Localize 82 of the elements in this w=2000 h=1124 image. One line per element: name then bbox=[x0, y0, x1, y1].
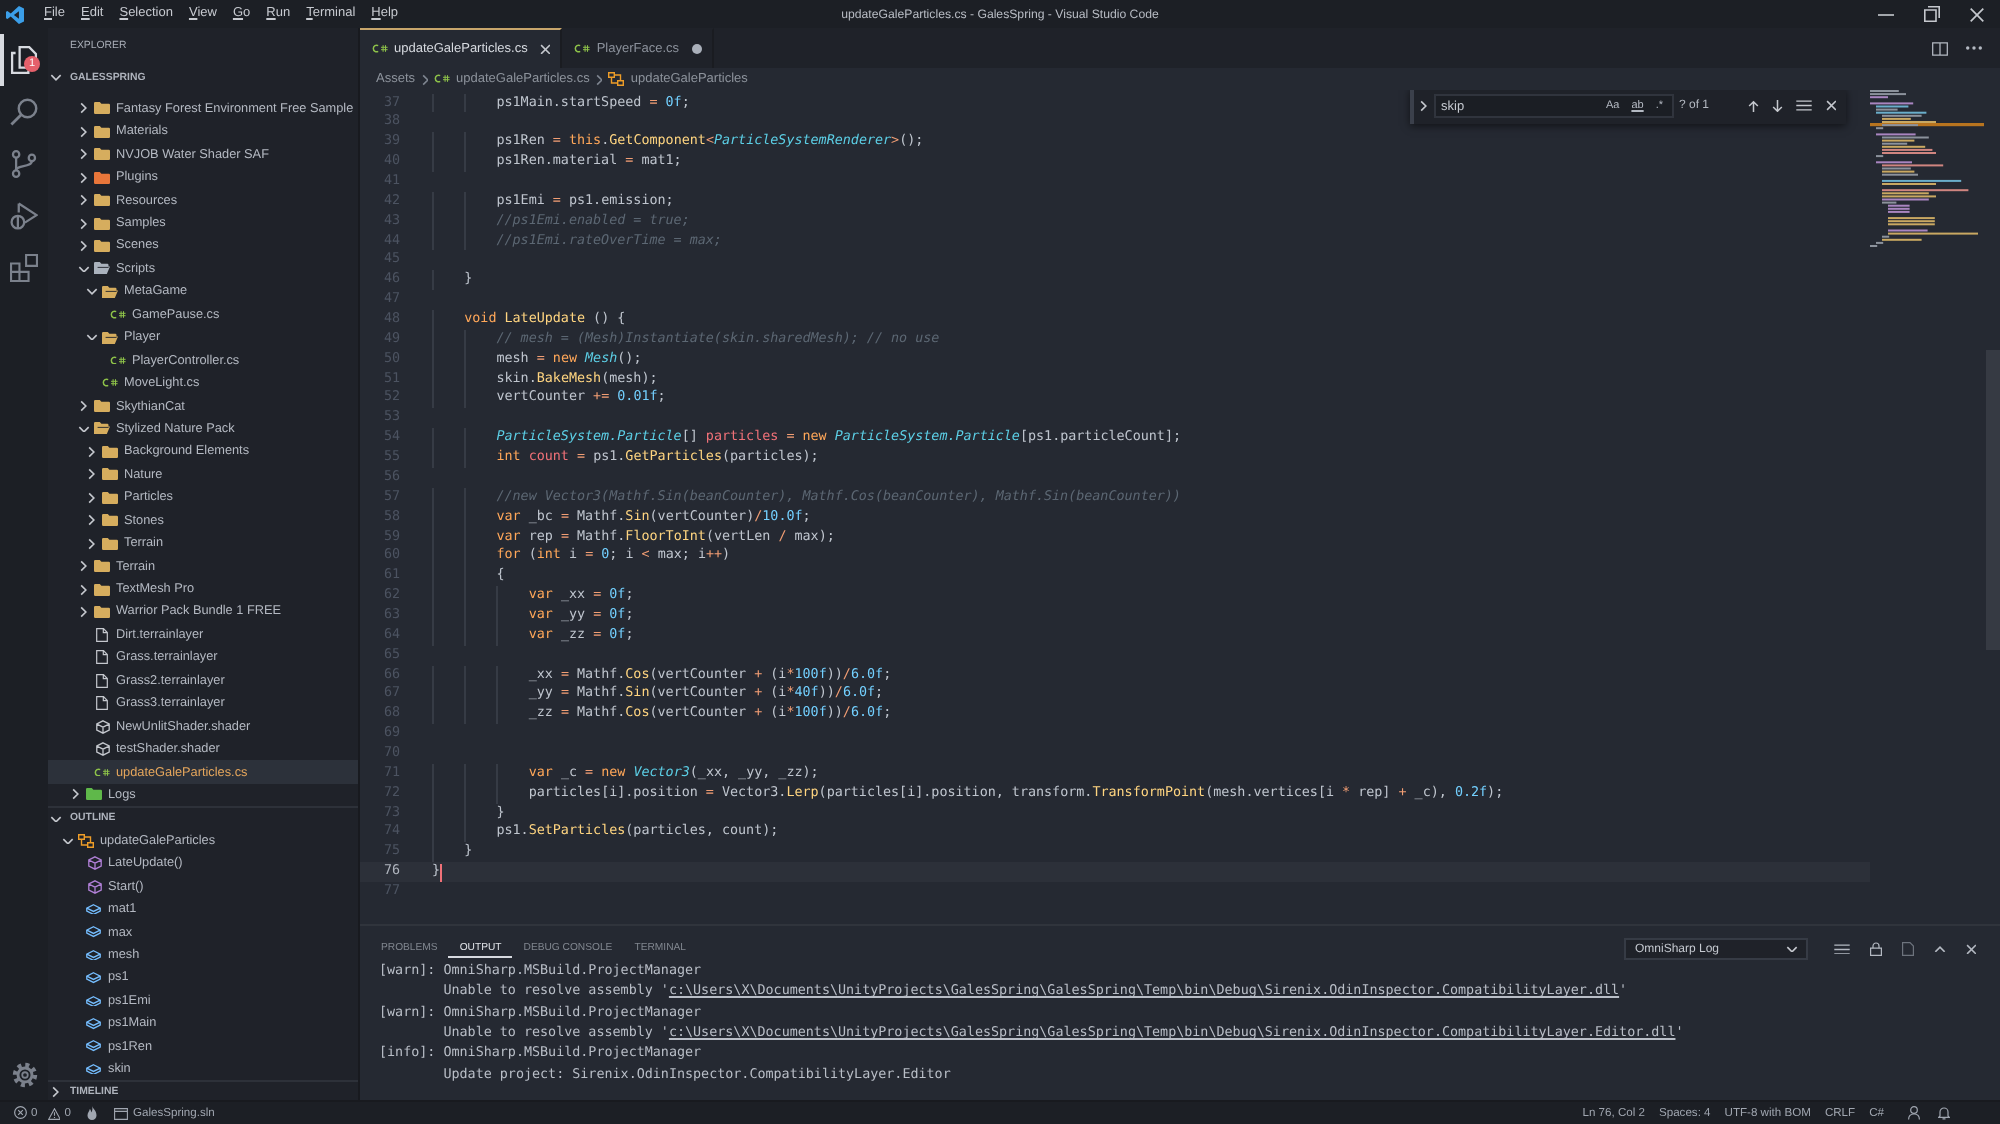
cube-icon bbox=[87, 879, 101, 894]
chevron-right-icon[interactable] bbox=[1420, 100, 1427, 112]
chevron-down-icon[interactable] bbox=[62, 837, 74, 845]
chevron-right-icon[interactable] bbox=[80, 217, 88, 229]
play-icon bbox=[10, 202, 38, 230]
chevron-right-icon[interactable] bbox=[80, 102, 88, 115]
close-icon[interactable] bbox=[1965, 943, 1976, 955]
cube-icon bbox=[95, 719, 109, 734]
hierarchy-icon bbox=[608, 72, 625, 86]
code-file-icon bbox=[110, 355, 126, 365]
chevron-right-icon[interactable] bbox=[88, 491, 96, 504]
cube-icon bbox=[87, 856, 101, 871]
box-icon bbox=[86, 926, 102, 938]
chevron-down-icon[interactable] bbox=[50, 815, 62, 823]
logo-icon bbox=[6, 5, 24, 23]
page-icon[interactable] bbox=[1901, 942, 1913, 957]
chevron-down-icon[interactable] bbox=[78, 265, 90, 273]
code-file-icon bbox=[574, 44, 591, 54]
arrow-up-icon[interactable] bbox=[1748, 99, 1759, 113]
document-icon bbox=[96, 673, 108, 688]
chevron-right-icon[interactable] bbox=[72, 788, 80, 801]
error-icon bbox=[14, 1106, 27, 1120]
window-icon bbox=[114, 1107, 129, 1119]
box-icon bbox=[86, 1040, 102, 1053]
code-file-icon bbox=[102, 378, 118, 388]
box-icon bbox=[86, 903, 102, 915]
code-file-icon bbox=[94, 767, 110, 777]
chevron-right-icon[interactable] bbox=[80, 400, 88, 412]
chevron-right-icon[interactable] bbox=[80, 583, 88, 595]
code-file-icon bbox=[372, 44, 388, 54]
lines-icon[interactable] bbox=[1796, 100, 1812, 112]
branch-icon bbox=[10, 150, 38, 178]
chevron-right-icon[interactable] bbox=[88, 514, 96, 527]
settings-icon[interactable] bbox=[11, 1061, 37, 1087]
box-icon bbox=[86, 1018, 102, 1030]
chevron-right-icon[interactable] bbox=[80, 194, 88, 207]
chevron-down-icon[interactable] bbox=[78, 425, 90, 433]
chevron-right-icon[interactable] bbox=[88, 468, 96, 481]
restore-icon[interactable] bbox=[1923, 6, 1939, 22]
chevron-up-icon[interactable] bbox=[1933, 945, 1945, 953]
bell-icon[interactable] bbox=[1938, 1106, 1950, 1120]
chevron-down-icon[interactable] bbox=[86, 333, 98, 341]
person-icon[interactable] bbox=[1908, 1106, 1920, 1120]
cube-icon bbox=[95, 742, 109, 757]
chevron-right-icon[interactable] bbox=[88, 537, 96, 550]
list-icon[interactable] bbox=[1833, 943, 1849, 955]
chevron-right-icon[interactable] bbox=[80, 239, 88, 252]
box-icon bbox=[86, 1063, 102, 1075]
columns-icon[interactable] bbox=[1932, 41, 1948, 55]
chevron-right-icon[interactable] bbox=[80, 148, 88, 161]
close-icon[interactable] bbox=[1825, 100, 1836, 112]
chevron-right-icon[interactable] bbox=[80, 171, 88, 184]
chevron-down-icon[interactable] bbox=[86, 288, 98, 296]
chevron-right-icon[interactable] bbox=[88, 445, 96, 458]
chevron-down-icon bbox=[1785, 945, 1797, 953]
code-file-icon bbox=[434, 74, 451, 84]
box-icon bbox=[86, 995, 102, 1007]
hierarchy-icon bbox=[78, 833, 94, 848]
warning-icon bbox=[47, 1107, 61, 1119]
close-icon[interactable] bbox=[1970, 7, 1984, 21]
box-icon bbox=[86, 949, 102, 961]
lock-icon[interactable] bbox=[1869, 942, 1881, 957]
chevron-right-icon[interactable] bbox=[80, 605, 88, 618]
files-icon bbox=[10, 46, 38, 74]
chevron-down-icon[interactable] bbox=[50, 74, 62, 82]
chevron-right-icon bbox=[421, 73, 429, 85]
flame-icon[interactable] bbox=[86, 1106, 99, 1120]
text-cursor bbox=[440, 863, 443, 881]
arrow-down-icon[interactable] bbox=[1772, 99, 1783, 113]
close-icon[interactable] bbox=[539, 43, 551, 55]
chevron-right-icon[interactable] bbox=[80, 125, 88, 138]
search-icon bbox=[10, 98, 38, 126]
chevron-right-icon[interactable] bbox=[80, 560, 88, 573]
document-icon bbox=[96, 696, 108, 711]
chevron-right-icon[interactable] bbox=[52, 1085, 60, 1098]
chevron-right-icon bbox=[595, 73, 603, 85]
blocks-icon bbox=[10, 254, 38, 282]
code-file-icon bbox=[110, 310, 126, 319]
box-icon bbox=[86, 972, 102, 984]
document-icon bbox=[96, 627, 108, 642]
document-icon bbox=[96, 650, 108, 665]
minimize-icon[interactable] bbox=[1877, 13, 1893, 15]
